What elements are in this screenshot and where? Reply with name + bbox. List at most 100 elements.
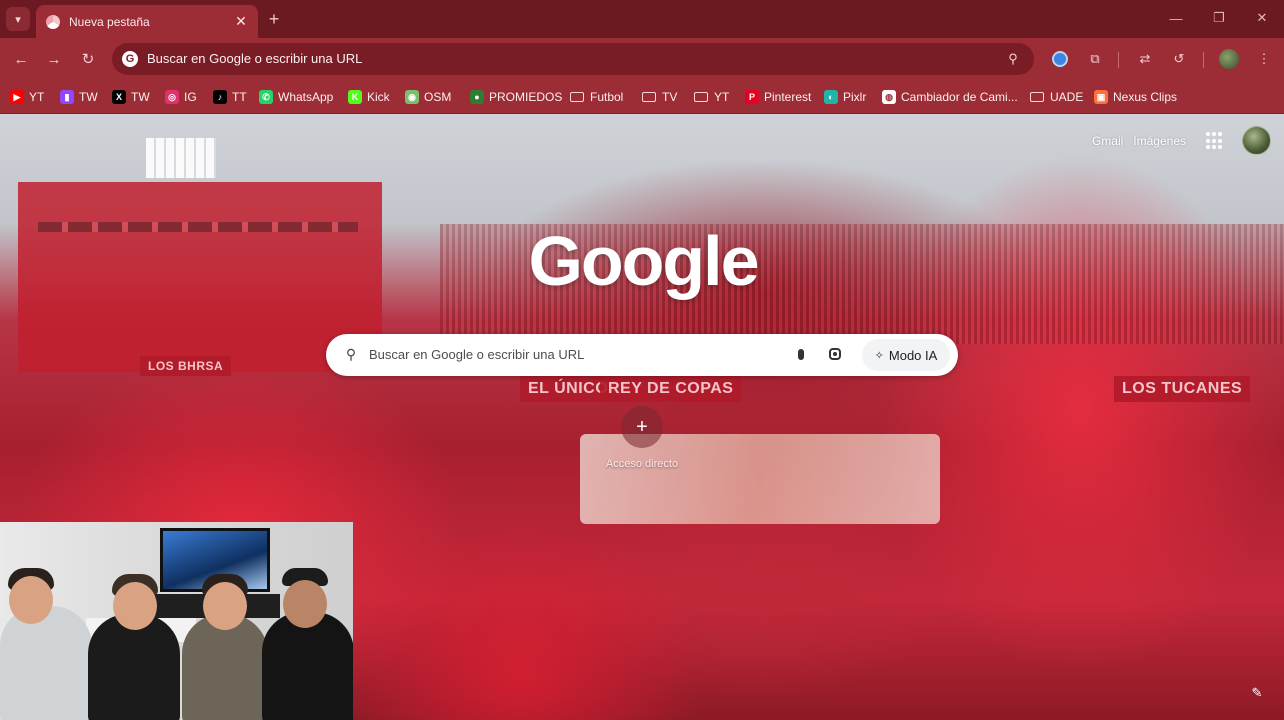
bookmark-14[interactable]: ◍ Cambiador de Cami... (882, 88, 1018, 106)
pencil-icon: ✎ (1251, 685, 1263, 700)
back-button[interactable]: ← (10, 48, 32, 70)
webcam-person (0, 568, 92, 720)
address-bar[interactable]: G Buscar en Google o escribir una URL ⚲ (112, 43, 1034, 75)
extensions-button[interactable]: ⧉ (1085, 49, 1105, 69)
bookmark-9[interactable]: Futbol (570, 88, 623, 106)
restore-icon: ❐ (1213, 10, 1225, 25)
webcam-person (182, 574, 268, 720)
translate-button[interactable]: ⇄ (1135, 49, 1155, 69)
apps-grid-icon[interactable] (1206, 132, 1224, 150)
chrome-icon (46, 14, 60, 29)
blue-extension-icon (1052, 51, 1068, 67)
avatar (1219, 49, 1239, 69)
menu-button[interactable]: ⋮ (1254, 49, 1274, 69)
reload-button[interactable]: ↻ (77, 48, 99, 70)
background-stadium-building (18, 182, 382, 372)
bookmark-12[interactable]: P Pinterest (745, 88, 811, 106)
bookmark-2[interactable]: X TW (112, 88, 150, 106)
tab-title: Nueva pestaña (69, 14, 150, 29)
background-floodlight (146, 138, 216, 178)
whatsapp-icon: ✆ (259, 90, 273, 104)
background-banner: REY DE COPAS (600, 376, 742, 402)
pixlr-icon: ◐ (824, 90, 838, 104)
bookmark-11[interactable]: YT (694, 88, 729, 106)
x-icon: X (112, 90, 126, 104)
bookmark-8[interactable]: ● PROMIEDOS (470, 88, 562, 106)
bookmark-5[interactable]: ✆ WhatsApp (259, 88, 333, 106)
bookmark-label: OSM (424, 90, 452, 104)
bookmark-16[interactable]: ▣ Nexus Clips (1094, 88, 1177, 106)
minimize-icon: — (1169, 10, 1183, 26)
bookmark-label: TW (79, 90, 98, 104)
pinterest-icon: P (745, 90, 759, 104)
images-link[interactable]: Imágenes (1133, 134, 1186, 148)
bookmark-0[interactable]: ▶ YT (10, 88, 44, 106)
bookmark-4[interactable]: ♪ TT (213, 88, 247, 106)
bookmark-label: TV (662, 90, 678, 104)
close-icon[interactable]: ✕ (232, 13, 250, 31)
folder-icon (1030, 92, 1044, 102)
profile-button[interactable] (1219, 49, 1239, 69)
webcam-person (262, 568, 353, 720)
tab-search-button[interactable]: ▾ (6, 7, 30, 31)
bookmark-13[interactable]: ◐ Pixlr (824, 88, 866, 106)
toolbar-separator (1118, 52, 1119, 68)
bookmark-label: YT (714, 90, 730, 104)
google-g-icon: G (122, 51, 138, 67)
extension-button[interactable] (1050, 49, 1070, 69)
webcam-person (88, 574, 180, 720)
bookmark-label: UADE (1050, 90, 1084, 104)
add-shortcut-label: Acceso directo (605, 458, 679, 470)
lens-button[interactable] (826, 345, 844, 363)
ai-mode-button[interactable]: ✧ Modo IA (862, 339, 950, 371)
minimize-button[interactable]: — (1166, 8, 1186, 28)
toolbar: ← → ↻ G Buscar en Google o escribir una … (0, 38, 1284, 80)
search-box[interactable]: ⚲ Buscar en Google o escribir una URL ✧ … (326, 334, 958, 376)
bookmark-1[interactable]: ▮ TW (60, 88, 98, 106)
new-tab-button[interactable]: + (264, 9, 284, 29)
search-icon: ⚲ (345, 345, 357, 362)
plus-icon: + (268, 8, 280, 29)
reload-icon: ↻ (81, 51, 95, 68)
bookmark-label: Cambiador de Cami... (901, 90, 1018, 104)
bookmark-label: PROMIEDOS (489, 90, 563, 104)
account-avatar[interactable] (1242, 126, 1271, 155)
bookmark-10[interactable]: TV (642, 88, 677, 106)
history-button[interactable]: ↺ (1169, 49, 1189, 69)
arrow-left-icon: ← (13, 50, 29, 68)
bookmark-label: Futbol (590, 90, 624, 104)
instagram-icon: ◎ (165, 90, 179, 104)
address-bar-text: Buscar en Google o escribir una URL (147, 51, 363, 66)
bookmark-label: WhatsApp (278, 90, 334, 104)
bookmark-label: Pixlr (843, 90, 867, 104)
kick-icon: K (348, 90, 362, 104)
forward-button[interactable]: → (43, 48, 65, 70)
bookmark-label: TW (131, 90, 150, 104)
top-links: Gmail Imágenes (1092, 134, 1186, 148)
add-shortcut-button[interactable]: + (621, 406, 663, 448)
tab-active[interactable]: Nueva pestaña ✕ (36, 5, 258, 38)
maximize-button[interactable]: ❐ (1209, 8, 1229, 28)
bookmark-6[interactable]: K Kick (348, 88, 390, 106)
webcam-overlay (0, 522, 353, 720)
search-input[interactable]: Buscar en Google o escribir una URL (369, 347, 584, 362)
bookmark-15[interactable]: UADE (1030, 88, 1083, 106)
bookmark-label: YT (29, 90, 45, 104)
chevron-down-icon: ▾ (15, 13, 21, 26)
tiktok-icon: ♪ (213, 90, 227, 104)
bookmark-3[interactable]: ◎ IG (165, 88, 197, 106)
microphone-icon (798, 348, 804, 360)
tab-strip: ▾ Nueva pestaña ✕ + — ❐ ✕ (0, 0, 1284, 38)
gmail-link[interactable]: Gmail (1092, 134, 1123, 148)
close-window-button[interactable]: ✕ (1252, 8, 1272, 28)
bookmark-7[interactable]: ◉ OSM (405, 88, 451, 106)
customize-button[interactable]: ✎ (1246, 682, 1268, 704)
folder-icon (570, 92, 584, 102)
folder-icon (642, 92, 656, 102)
nexus-clips-icon: ▣ (1094, 90, 1108, 104)
toolbar-separator (1203, 52, 1204, 68)
search-icon[interactable]: ⚲ (1004, 50, 1022, 68)
promiedos-icon: ● (470, 90, 484, 104)
folder-icon (694, 92, 708, 102)
voice-search-button[interactable] (792, 345, 810, 363)
